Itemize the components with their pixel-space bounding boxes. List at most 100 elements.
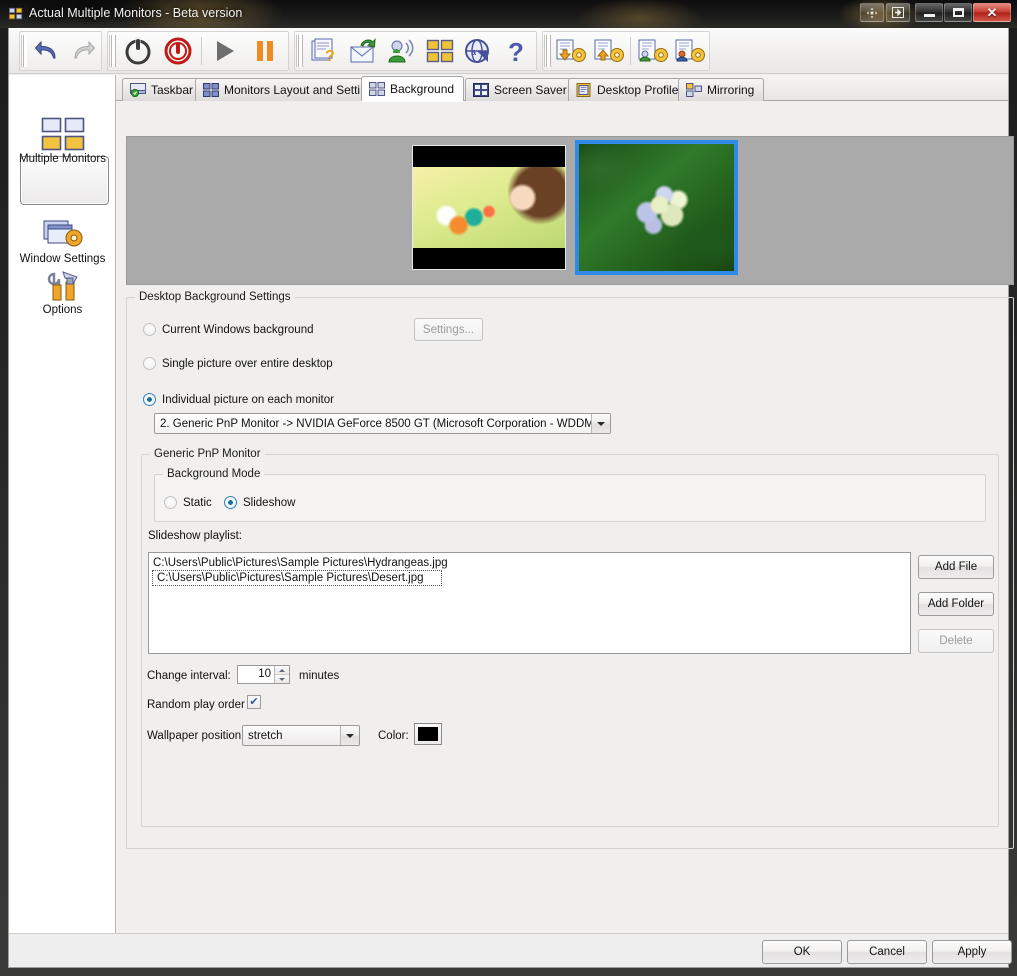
shutdown-button[interactable] [158, 33, 198, 69]
toolbar-grip[interactable] [21, 35, 27, 67]
ok-button[interactable]: OK [762, 940, 842, 964]
hydrangeas-wallpaper [579, 144, 734, 271]
tab-taskbar[interactable]: Taskbar [122, 78, 203, 101]
tab-mirroring[interactable]: Mirroring [678, 78, 764, 101]
support-button[interactable] [382, 33, 421, 69]
help-button[interactable]: ? [497, 33, 536, 69]
tab-label: Background [390, 82, 454, 96]
sidebar-item-window-settings[interactable]: Window Settings [14, 209, 111, 265]
radio-indicator [164, 496, 177, 509]
client-area: ? [8, 28, 1009, 968]
save-user-settings-icon [675, 38, 705, 64]
desktop-profiles-icon [576, 83, 592, 97]
redo-button[interactable] [65, 33, 101, 69]
close-icon[interactable]: ✕ [973, 3, 1011, 22]
maximize-icon[interactable] [944, 3, 972, 22]
monitor-select-combo[interactable]: 2. Generic PnP Monitor -> NVIDIA GeForce… [154, 413, 611, 434]
add-folder-button[interactable]: Add Folder [918, 592, 994, 616]
import-settings-icon [556, 38, 586, 64]
minimize-icon[interactable] [915, 3, 943, 22]
monitor-select-value: 2. Generic PnP Monitor -> NVIDIA GeForce… [155, 418, 591, 430]
radio-current-windows-background[interactable]: Current Windows background [143, 323, 314, 336]
sidebar: Multiple Monitors Window Settings [9, 75, 116, 933]
sidebar-item-multiple-monitors[interactable]: Multiple Monitors [14, 109, 111, 165]
add-file-button[interactable]: Add File [918, 555, 994, 579]
wallpaper-position-value: stretch [243, 730, 340, 742]
question-mark-icon: ? [503, 38, 531, 64]
color-swatch-button[interactable] [414, 723, 442, 745]
snap-window-icon[interactable] [886, 3, 910, 22]
sidebar-item-label: Options [14, 304, 111, 316]
apply-button[interactable]: Apply [932, 940, 1012, 964]
pause-button[interactable] [245, 33, 285, 69]
tools-icon [14, 260, 111, 302]
register-button[interactable]: ? [305, 33, 344, 69]
stepper-down-icon[interactable] [275, 674, 289, 683]
monitor-preview-area[interactable] [126, 136, 1014, 285]
title-bar[interactable]: Actual Multiple Monitors - Beta version … [0, 0, 1017, 28]
power-icon [123, 36, 153, 66]
load-user-settings-button[interactable] [634, 33, 671, 69]
slideshow-playlist[interactable]: C:\Users\Public\Pictures\Sample Pictures… [148, 552, 911, 654]
tab-background[interactable]: Background [361, 76, 464, 101]
tab-label: Taskbar [151, 83, 193, 97]
list-item[interactable]: C:\Users\Public\Pictures\Sample Pictures… [149, 556, 910, 570]
sidebar-item-options[interactable]: Options [14, 260, 111, 316]
toolbar-separator [630, 37, 631, 65]
radio-label: Current Windows background [162, 324, 314, 336]
stepper-up-icon[interactable] [275, 666, 289, 674]
toolbar-separator [201, 37, 202, 65]
radio-slideshow[interactable]: Slideshow [224, 496, 295, 509]
undo-button[interactable] [29, 33, 65, 69]
save-user-settings-button[interactable] [672, 33, 709, 69]
tab-desktop-profiles[interactable]: Desktop Profiles [568, 78, 694, 101]
chevron-down-icon[interactable] [591, 414, 610, 433]
move-cross-icon [866, 7, 878, 19]
cancel-button[interactable]: Cancel [847, 940, 927, 964]
radio-single-picture-over-entire-desktop[interactable]: Single picture over entire desktop [143, 357, 333, 370]
toolbar-grip[interactable] [296, 35, 303, 67]
mirroring-icon [686, 83, 702, 97]
chevron-down-icon[interactable] [340, 726, 359, 745]
monitor-1-preview[interactable] [412, 145, 566, 270]
random-play-order-checkbox[interactable]: ✔ [247, 695, 261, 709]
move-to-monitor-icon[interactable] [860, 3, 884, 22]
monitor-2-preview[interactable] [575, 140, 738, 275]
toolbar-grip[interactable] [544, 35, 551, 67]
radio-static[interactable]: Static [164, 496, 212, 509]
list-item[interactable]: C:\Users\Public\Pictures\Sample Pictures… [152, 570, 442, 586]
toolbar-group-edit [19, 31, 102, 71]
change-interval-value[interactable]: 10 [238, 666, 274, 683]
radio-indicator [143, 393, 156, 406]
screen-saver-icon [473, 83, 489, 97]
export-settings-button[interactable] [590, 33, 627, 69]
play-icon [212, 38, 238, 64]
radio-label: Single picture over entire desktop [162, 358, 333, 370]
import-settings-button[interactable] [553, 33, 590, 69]
minimize-glyph [924, 14, 935, 17]
load-user-settings-icon [638, 38, 668, 64]
radio-indicator [143, 357, 156, 370]
mail-send-icon [349, 38, 377, 64]
change-interval-label: Change interval: [147, 670, 231, 682]
tab-label: Desktop Profiles [597, 83, 684, 97]
change-interval-stepper[interactable]: 10 [237, 665, 290, 684]
tab-label: Mirroring [707, 83, 754, 97]
toolbar-grip[interactable] [109, 35, 116, 67]
web-site-button[interactable]: a [459, 33, 498, 69]
wallpaper-position-combo[interactable]: stretch [242, 725, 360, 746]
tab-screen-saver[interactable]: Screen Saver [465, 78, 577, 101]
monitors-button[interactable] [420, 33, 459, 69]
settings-button[interactable]: Settings... [414, 318, 483, 341]
play-button[interactable] [205, 33, 245, 69]
send-feedback-button[interactable] [343, 33, 382, 69]
taskbar-icon [130, 83, 146, 97]
power-button[interactable] [118, 33, 158, 69]
background-tab-page: Desktop Background Settings Current Wind… [116, 101, 1008, 933]
application-window: Actual Multiple Monitors - Beta version … [0, 0, 1017, 976]
delete-button[interactable]: Delete [918, 629, 994, 653]
radio-individual-picture-on-each-monitor[interactable]: Individual picture on each monitor [143, 393, 334, 406]
globe-icon: a [464, 38, 492, 64]
undo-arrow-icon [34, 39, 60, 63]
color-chip [418, 727, 438, 741]
